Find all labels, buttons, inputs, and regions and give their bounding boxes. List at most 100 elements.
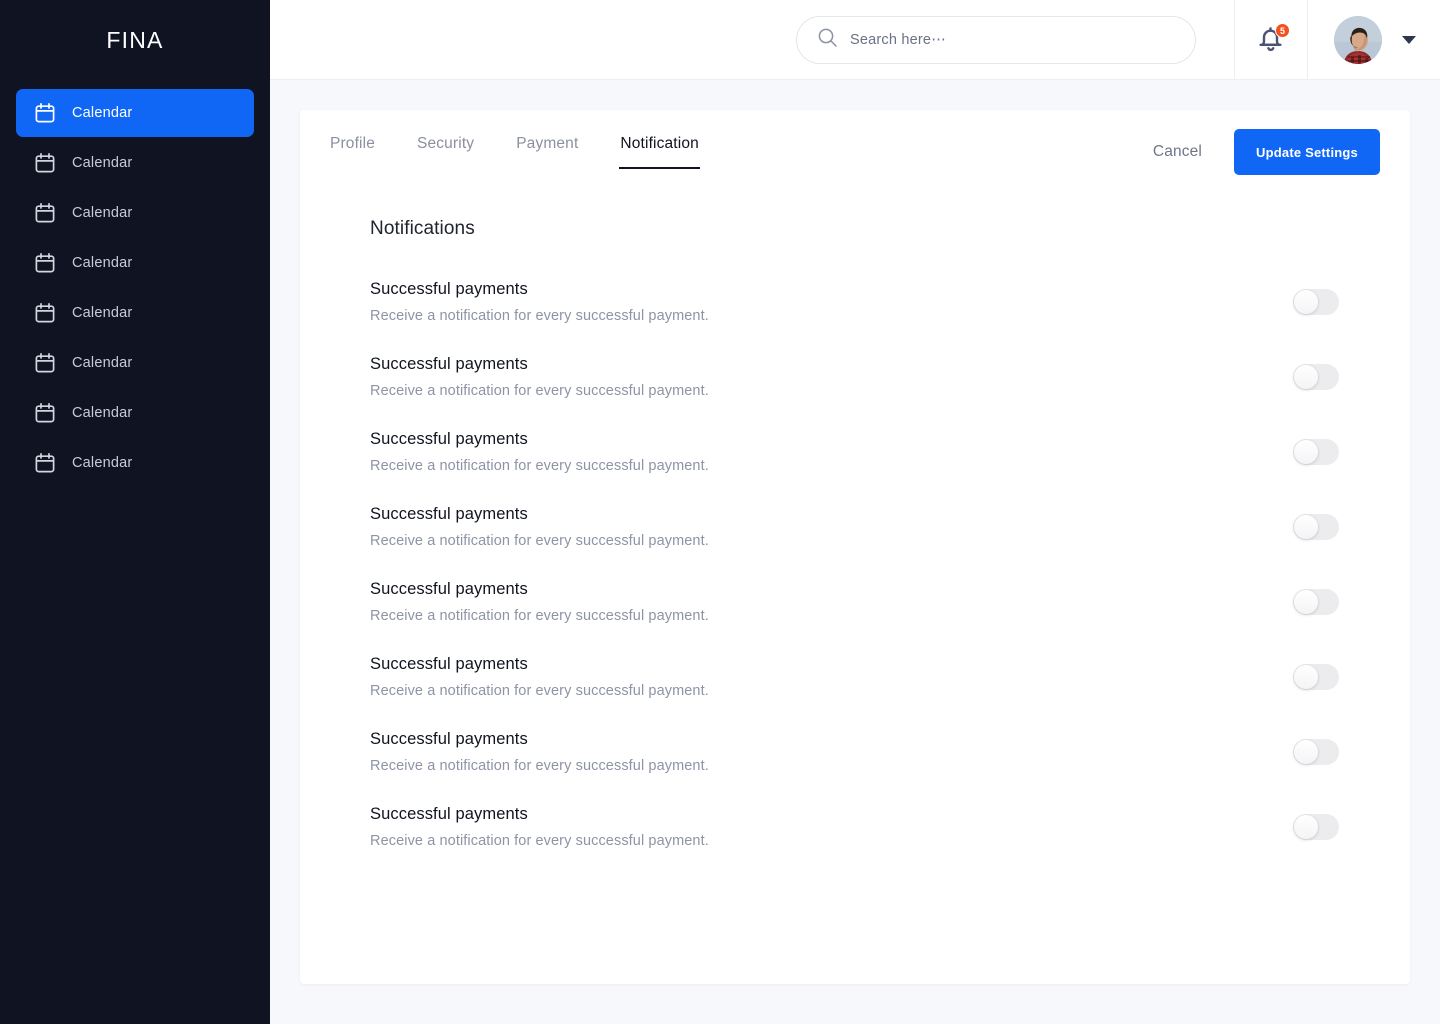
notification-toggle[interactable]	[1293, 663, 1339, 690]
notification-title: Successful payments	[370, 804, 528, 823]
notification-description: Receive a notification for every success…	[370, 532, 709, 549]
calendar-icon	[34, 352, 56, 374]
notification-title: Successful payments	[370, 654, 528, 673]
notification-toggle[interactable]	[1293, 738, 1339, 765]
sidebar-item-label: Calendar	[72, 405, 133, 421]
notification-toggle[interactable]	[1293, 363, 1339, 390]
sidebar-item-label: Calendar	[72, 355, 133, 371]
calendar-icon	[34, 202, 56, 224]
sidebar-item-0[interactable]: Calendar	[16, 89, 254, 137]
calendar-icon	[34, 452, 56, 474]
notification-row: Successful payments Receive a notificatio…	[370, 639, 1370, 714]
tab-payment[interactable]: Payment	[516, 135, 578, 169]
notification-description: Receive a notification for every success…	[370, 457, 709, 474]
card-body: Notifications Successful payments Receive…	[330, 186, 1380, 984]
tab-security[interactable]: Security	[417, 135, 474, 169]
sidebar: FINA Calendar Calendar Calendar Calendar Cal…	[0, 0, 270, 1024]
calendar-icon	[34, 152, 56, 174]
settings-tabs: Profile Security Payment Notification	[330, 135, 701, 169]
notification-row-text: Successful payments Receive a notificatio…	[370, 505, 709, 549]
notification-toggle[interactable]	[1293, 438, 1339, 465]
app-root: FINA Calendar Calendar Calendar Calendar Cal…	[0, 0, 1440, 1024]
notification-description: Receive a notification for every success…	[370, 757, 709, 774]
notification-title: Successful payments	[370, 729, 528, 748]
settings-card: Profile Security Payment Notification Cance…	[300, 110, 1410, 984]
toggle-knob	[1294, 589, 1318, 614]
toggle-knob	[1294, 664, 1318, 689]
notification-rows: Successful payments Receive a notificatio…	[370, 264, 1370, 864]
sidebar-item-label: Calendar	[72, 305, 133, 321]
tab-notification[interactable]: Notification	[619, 135, 701, 169]
notification-row: Successful payments Receive a notificatio…	[370, 714, 1370, 789]
search-input[interactable]	[850, 32, 1177, 48]
calendar-icon	[34, 252, 56, 274]
notification-toggle[interactable]	[1293, 813, 1339, 840]
sidebar-item-6[interactable]: Calendar	[16, 389, 254, 437]
sidebar-item-7[interactable]: Calendar	[16, 439, 254, 487]
avatar[interactable]	[1334, 16, 1382, 64]
calendar-icon	[34, 102, 56, 124]
cancel-button[interactable]: Cancel	[1139, 133, 1216, 171]
sidebar-item-3[interactable]: Calendar	[16, 239, 254, 287]
notification-row-text: Successful payments Receive a notificatio…	[370, 805, 709, 849]
bell-icon: 5	[1257, 23, 1290, 55]
sidebar-item-label: Calendar	[72, 155, 133, 171]
notification-description: Receive a notification for every success…	[370, 832, 709, 849]
toggle-knob	[1294, 814, 1318, 839]
notification-toggle[interactable]	[1293, 288, 1339, 315]
notification-row-text: Successful payments Receive a notificatio…	[370, 355, 709, 399]
notification-row-text: Successful payments Receive a notificatio…	[370, 730, 709, 774]
toggle-knob	[1294, 289, 1318, 314]
toggle-knob	[1294, 364, 1318, 389]
sidebar-item-4[interactable]: Calendar	[16, 289, 254, 337]
card-header: Profile Security Payment Notification Cance…	[330, 110, 1380, 186]
notification-description: Receive a notification for every success…	[370, 382, 709, 399]
notification-row-text: Successful payments Receive a notificatio…	[370, 430, 709, 474]
notification-title: Successful payments	[370, 279, 528, 298]
toggle-knob	[1294, 514, 1318, 539]
notification-toggle[interactable]	[1293, 588, 1339, 615]
notification-row: Successful payments Receive a notificatio…	[370, 264, 1370, 339]
update-settings-button[interactable]: Update Settings	[1234, 129, 1380, 175]
notification-row-text: Successful payments Receive a notificatio…	[370, 580, 709, 624]
sidebar-nav: Calendar Calendar Calendar Calendar Calendar…	[0, 80, 270, 487]
brand-logo: FINA	[106, 26, 164, 53]
notification-row: Successful payments Receive a notificatio…	[370, 564, 1370, 639]
notification-row: Successful payments Receive a notificatio…	[370, 414, 1370, 489]
notification-row: Successful payments Receive a notificatio…	[370, 789, 1370, 864]
tab-profile[interactable]: Profile	[330, 135, 375, 169]
sidebar-item-2[interactable]: Calendar	[16, 189, 254, 237]
notification-title: Successful payments	[370, 429, 528, 448]
search-icon	[817, 27, 838, 53]
calendar-icon	[34, 402, 56, 424]
notification-description: Receive a notification for every success…	[370, 307, 709, 324]
notification-description: Receive a notification for every success…	[370, 682, 709, 699]
sidebar-item-label: Calendar	[72, 455, 133, 471]
notification-description: Receive a notification for every success…	[370, 607, 709, 624]
notification-row-text: Successful payments Receive a notificatio…	[370, 655, 709, 699]
notification-row: Successful payments Receive a notificatio…	[370, 339, 1370, 414]
toggle-knob	[1294, 739, 1318, 764]
notification-badge: 5	[1275, 23, 1290, 38]
sidebar-item-label: Calendar	[72, 255, 133, 271]
toggle-knob	[1294, 439, 1318, 464]
notification-toggle[interactable]	[1293, 513, 1339, 540]
notifications-button[interactable]: 5	[1235, 0, 1307, 80]
notification-title: Successful payments	[370, 354, 528, 373]
notification-title: Successful payments	[370, 579, 528, 598]
sidebar-item-label: Calendar	[72, 205, 133, 221]
notification-row: Successful payments Receive a notificatio…	[370, 489, 1370, 564]
notification-row-text: Successful payments Receive a notificatio…	[370, 280, 709, 324]
main-column: 5	[270, 0, 1440, 1024]
calendar-icon	[34, 302, 56, 324]
sidebar-item-label: Calendar	[72, 105, 133, 121]
user-menu[interactable]	[1308, 0, 1440, 80]
topbar: 5	[270, 0, 1440, 80]
chevron-down-icon[interactable]	[1402, 36, 1416, 44]
notification-title: Successful payments	[370, 504, 528, 523]
search-box[interactable]	[796, 16, 1196, 64]
sidebar-item-1[interactable]: Calendar	[16, 139, 254, 187]
sidebar-item-5[interactable]: Calendar	[16, 339, 254, 387]
page-title: Notifications	[370, 218, 475, 239]
content-area: Profile Security Payment Notification Cance…	[270, 80, 1440, 1024]
